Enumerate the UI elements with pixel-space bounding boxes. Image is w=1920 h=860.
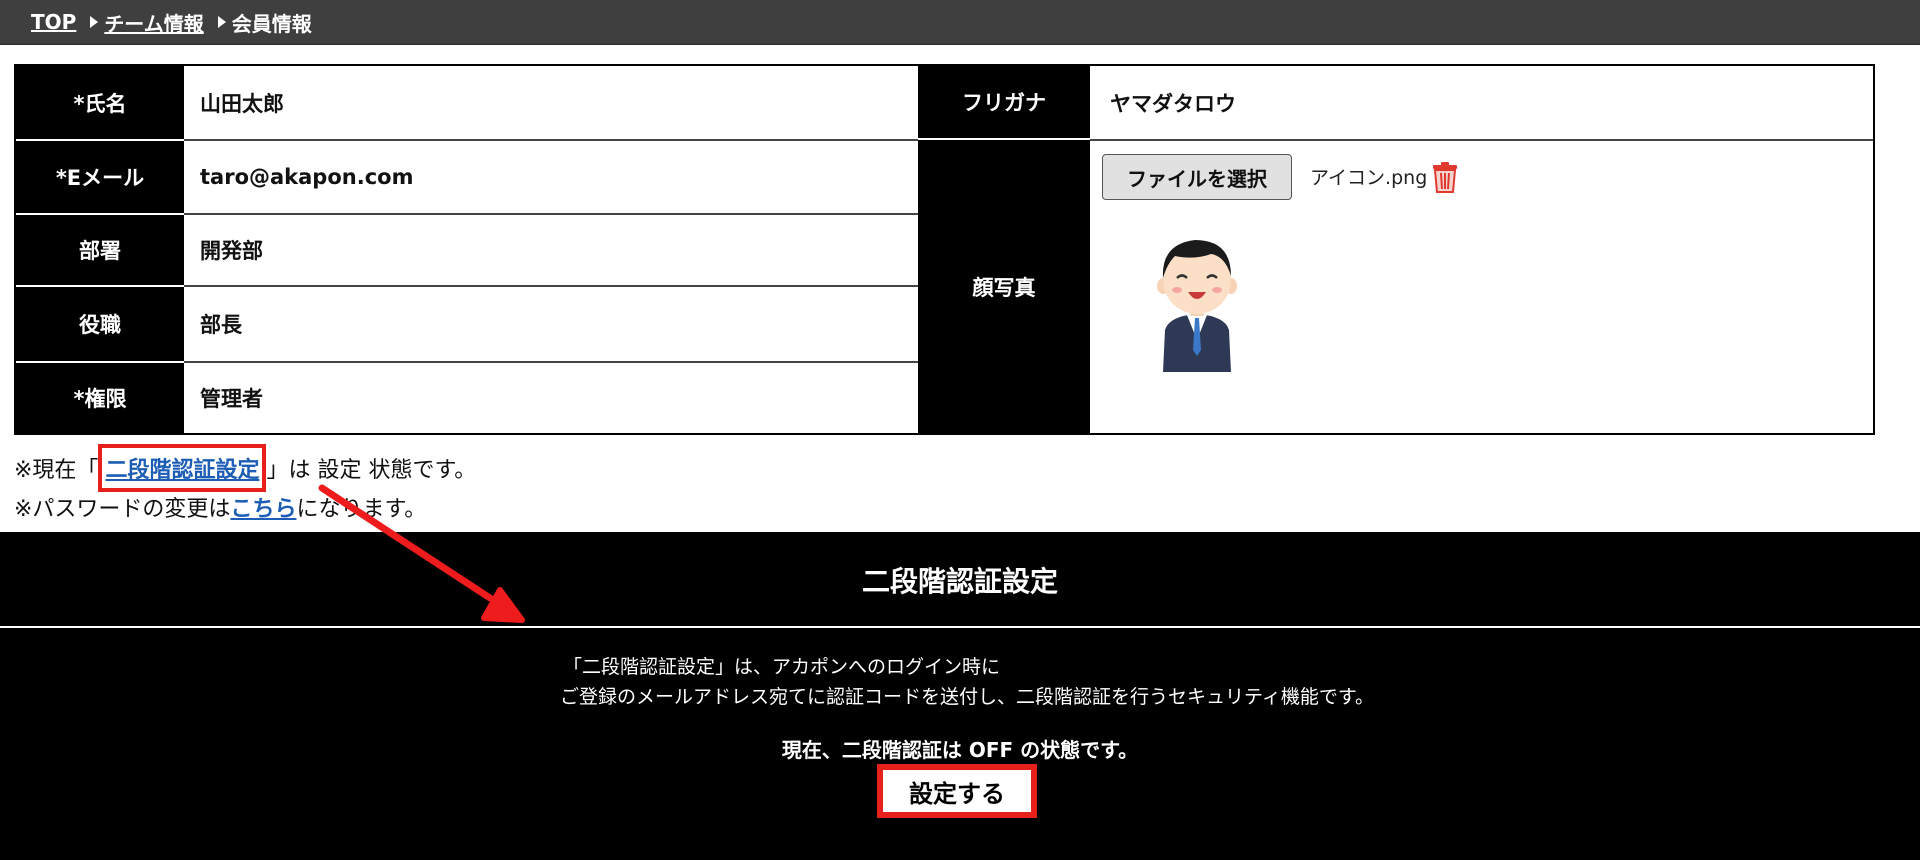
divider	[184, 361, 918, 363]
two-factor-note: ※現在「 二段階認証設定 」は 設定 状態です。	[14, 444, 477, 492]
position-value: 部長	[200, 313, 242, 337]
selected-file-name: アイコン.png	[1310, 167, 1428, 189]
divider	[184, 139, 918, 141]
position-label: 役職	[16, 286, 184, 362]
breadcrumb-team-info-link[interactable]: チーム情報	[104, 8, 203, 37]
breadcrumb: TOP チーム情報 会員情報	[0, 0, 1920, 45]
photo-label: 顔写真	[918, 140, 1090, 433]
divider	[16, 361, 184, 363]
furigana-label: フリガナ	[918, 66, 1090, 138]
choose-file-button[interactable]: ファイルを選択	[1102, 154, 1292, 200]
enable-two-factor-button[interactable]: 設定する	[883, 770, 1031, 812]
furigana-value: ヤマダタロウ	[1110, 91, 1236, 116]
name-value: 山田太郎	[200, 92, 284, 116]
name-label: *氏名	[16, 66, 184, 140]
divider	[16, 213, 184, 215]
two-factor-note-prefix: ※現在「	[14, 458, 99, 483]
divider	[16, 139, 184, 141]
password-note-suffix: になります。	[296, 497, 427, 522]
divider	[184, 213, 918, 215]
email-label: *Eメール	[16, 140, 184, 214]
two-factor-panel: 二段階認証設定 「二段階認証設定」は、アカポンへのログイン時に ご登録のメールア…	[0, 532, 1920, 860]
two-factor-description-line2: ご登録のメールアドレス宛てに認証コードを送付し、二段階認証を行うセキュリティ機能…	[560, 686, 1374, 708]
divider	[1090, 139, 1873, 141]
breadcrumb-separator-icon	[217, 16, 226, 28]
two-factor-panel-title: 二段階認証設定	[861, 565, 1058, 598]
trash-icon[interactable]	[1432, 161, 1458, 193]
two-factor-note-suffix: 」は 設定 状態です。	[266, 458, 477, 483]
password-change-link[interactable]: こちら	[230, 497, 296, 522]
enable-two-factor-button-highlight: 設定する	[877, 764, 1037, 818]
password-note-prefix: ※パスワードの変更は	[14, 497, 231, 522]
divider	[184, 285, 918, 287]
businessman-avatar-icon	[1155, 230, 1240, 372]
department-label: 部署	[16, 214, 184, 286]
breadcrumb-top-link[interactable]: TOP	[31, 10, 76, 34]
permission-label: *権限	[16, 362, 184, 433]
breadcrumb-separator-icon	[90, 16, 99, 28]
two-factor-description-line1: 「二段階認証設定」は、アカポンへのログイン時に	[563, 656, 1001, 678]
two-factor-link-highlight: 二段階認証設定	[98, 444, 267, 492]
two-factor-settings-link[interactable]: 二段階認証設定	[105, 458, 259, 483]
password-note: ※パスワードの変更はこちらになります。	[14, 491, 426, 523]
breadcrumb-current: 会員情報	[231, 11, 312, 36]
permission-value: 管理者	[200, 386, 263, 411]
divider	[0, 626, 1920, 628]
divider	[16, 285, 184, 287]
member-profile-table: *氏名 *Eメール 部署 役職 *権限 山田太郎 taro@akapon.com…	[14, 64, 1875, 435]
two-factor-status: 現在、二段階認証は OFF の状態です。	[781, 738, 1139, 762]
email-value: taro@akapon.com	[200, 165, 414, 189]
department-value: 開発部	[200, 239, 263, 263]
